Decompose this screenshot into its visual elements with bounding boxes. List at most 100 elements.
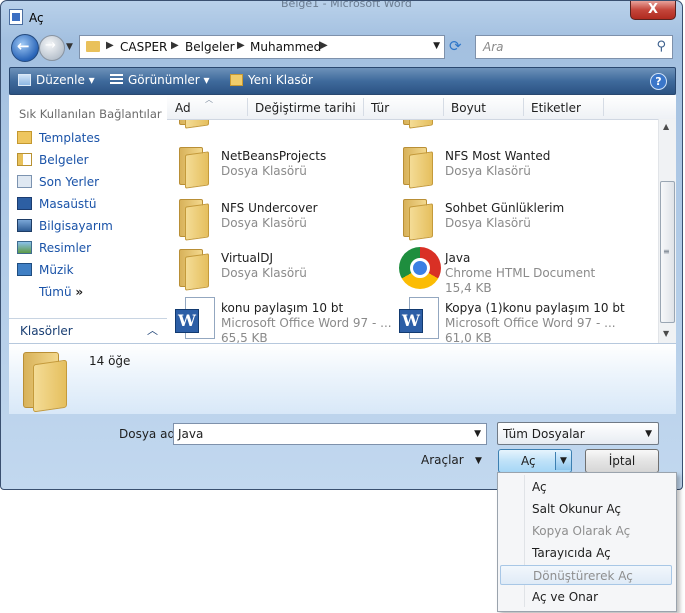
chevron-down-icon[interactable]: ▼ bbox=[475, 456, 482, 466]
menu-item[interactable]: Tarayıcıda Aç bbox=[500, 543, 672, 563]
scroll-grip-icon: ≡ bbox=[663, 247, 670, 256]
search-placeholder: Ara bbox=[483, 40, 504, 54]
favorite-recent-places[interactable]: Son Yerler bbox=[17, 175, 99, 193]
column-tags[interactable]: Etiketler bbox=[531, 101, 581, 115]
search-input[interactable]: Ara ⚲ bbox=[475, 35, 673, 59]
favorite-desktop[interactable]: Masaüstü bbox=[17, 197, 96, 215]
column-divider[interactable] bbox=[363, 98, 364, 116]
filetype-select[interactable]: Tüm Dosyalar ▼ bbox=[497, 422, 659, 445]
menu-item-label: Tarayıcıda Aç bbox=[532, 546, 611, 560]
menu-item[interactable]: Kopya Olarak Aç bbox=[500, 521, 672, 541]
menu-item-label: Aç bbox=[532, 480, 547, 494]
file-item[interactable]: VirtualDJ Dosya Klasörü bbox=[169, 245, 389, 293]
pictures-icon bbox=[17, 241, 32, 254]
file-item[interactable]: Wkonu paylaşım 10 bt Microsoft Office Wor… bbox=[169, 295, 392, 345]
address-history-dropdown[interactable]: ▼ bbox=[433, 41, 440, 51]
favorite-computer[interactable]: Bilgisayarım bbox=[17, 219, 113, 237]
breadcrumb-separator-icon[interactable]: ▶ bbox=[106, 40, 114, 51]
help-icon[interactable]: ? bbox=[650, 73, 667, 90]
search-icon[interactable]: ⚲ bbox=[656, 39, 666, 54]
menu-item[interactable]: Dönüştürerek Aç bbox=[500, 565, 672, 585]
open-dialog-window: Belge1 - Microsoft Word Aç X ▼ ▶ CASPER … bbox=[0, 0, 683, 490]
chevron-down-icon[interactable]: ▼ bbox=[474, 429, 481, 439]
favorite-label: Son Yerler bbox=[39, 175, 100, 189]
file-type: Microsoft Office Word 97 - ... bbox=[221, 316, 392, 330]
views-menu-button[interactable]: Görünümler ▾ bbox=[110, 73, 210, 87]
scroll-down-icon[interactable]: ▼ bbox=[663, 329, 669, 338]
title-bar[interactable]: Belge1 - Microsoft Word Aç X bbox=[1, 1, 682, 33]
favorite-label: Tümü bbox=[39, 285, 72, 299]
file-list: Dosya Klasörü Dosya Klasörü NetBeansProjec… bbox=[167, 95, 676, 345]
breadcrumb-casper[interactable]: CASPER bbox=[120, 40, 167, 54]
file-item[interactable]: W Kopya (1)konu paylaşım 10 bt Microsoft O… bbox=[393, 295, 625, 345]
word-document-icon bbox=[9, 9, 23, 25]
favorite-pictures[interactable]: Resimler bbox=[17, 241, 91, 259]
close-button[interactable]: X bbox=[630, 1, 676, 20]
chevron-up-icon: ︿ bbox=[147, 324, 158, 337]
recent-pages-dropdown[interactable]: ▼ bbox=[66, 42, 73, 52]
window-title: Aç bbox=[29, 11, 44, 25]
file-item[interactable]: Sohbet Günlüklerim Dosya Klasörü bbox=[393, 195, 613, 243]
file-item[interactable]: Java Chrome HTML Document 15,4 KB bbox=[393, 245, 613, 295]
favorite-documents[interactable]: Belgeler bbox=[17, 153, 89, 171]
recent-places-icon bbox=[17, 175, 32, 188]
breadcrumb-belgeler[interactable]: Belgeler bbox=[185, 40, 235, 54]
column-divider[interactable] bbox=[603, 98, 604, 116]
organize-menu-button[interactable]: Düzenle ▾ bbox=[18, 73, 95, 87]
cancel-button[interactable]: İptal bbox=[585, 449, 659, 473]
file-type: Dosya Klasörü bbox=[445, 164, 531, 178]
navigation-pane: Sık Kullanılan Bağlantılar Templates Bel… bbox=[9, 95, 168, 343]
file-type: Dosya Klasörü bbox=[221, 266, 307, 280]
menu-item[interactable]: Salt Okunur Aç bbox=[500, 499, 672, 519]
open-label: Aç bbox=[521, 454, 536, 468]
favorite-label: Templates bbox=[39, 131, 101, 145]
file-item[interactable]: NetBeansProjects Dosya Klasörü bbox=[169, 143, 389, 191]
favorite-music[interactable]: Müzik bbox=[17, 263, 74, 281]
tools-button[interactable]: Araçlar bbox=[421, 453, 464, 467]
column-type[interactable]: Tür bbox=[371, 101, 389, 115]
more-chevrons-icon: » bbox=[75, 285, 84, 299]
favorite-links-title: Sık Kullanılan Bağlantılar bbox=[19, 107, 162, 121]
file-item[interactable]: NFS Most Wanted Dosya Klasörü bbox=[393, 143, 613, 191]
breadcrumb-muhammed[interactable]: Muhammed bbox=[250, 40, 321, 54]
sort-ascending-icon: ︿ bbox=[205, 95, 213, 104]
breadcrumb-separator-icon[interactable]: ▶ bbox=[320, 40, 328, 51]
refresh-icon[interactable]: ⟳ bbox=[449, 37, 462, 55]
menu-item[interactable]: Aç bbox=[500, 477, 672, 497]
computer-icon bbox=[17, 219, 32, 232]
scroll-up-icon[interactable]: ▲ bbox=[663, 122, 669, 131]
filename-input[interactable]: Java ▼ bbox=[173, 423, 487, 445]
folder-icon bbox=[86, 41, 100, 52]
column-name[interactable]: Ad bbox=[175, 101, 191, 115]
column-divider[interactable] bbox=[247, 98, 248, 116]
menu-item[interactable]: Aç ve Onar bbox=[500, 587, 672, 607]
folder-icon bbox=[177, 247, 209, 291]
column-divider[interactable] bbox=[443, 98, 444, 116]
views-label: Görünümler bbox=[128, 73, 200, 87]
favorite-more[interactable]: Tümü » bbox=[39, 285, 83, 303]
file-type: Dosya Klasörü bbox=[221, 216, 307, 230]
vertical-scrollbar[interactable]: ▲ ≡ ▼ bbox=[658, 119, 676, 343]
menu-item-label: Dönüştürerek Aç bbox=[533, 569, 633, 583]
breadcrumb-separator-icon[interactable]: ▶ bbox=[237, 40, 245, 51]
back-button[interactable] bbox=[11, 34, 39, 62]
new-folder-button[interactable]: Yeni Klasör bbox=[230, 73, 313, 87]
word-document-icon: W bbox=[399, 297, 439, 341]
column-header-row: ︿ Ad Değiştirme tarihi Tür Boyut Etiketl… bbox=[167, 95, 676, 120]
breadcrumb-separator-icon[interactable]: ▶ bbox=[171, 40, 179, 51]
file-name: Java bbox=[445, 251, 471, 265]
favorite-label: Müzik bbox=[39, 263, 74, 277]
word-document-icon: W bbox=[175, 297, 215, 341]
open-options-dropdown[interactable]: ▼ bbox=[555, 452, 571, 470]
open-button[interactable]: Aç ▼ bbox=[498, 449, 572, 473]
file-item[interactable]: NFS Undercover Dosya Klasörü bbox=[169, 195, 389, 243]
chrome-icon bbox=[399, 247, 441, 289]
file-name: Kopya (1)konu paylaşım 10 bt bbox=[445, 301, 625, 315]
favorite-templates[interactable]: Templates bbox=[17, 131, 100, 149]
column-size[interactable]: Boyut bbox=[451, 101, 486, 115]
folders-toggle[interactable]: Klasörler ︿ bbox=[9, 318, 167, 343]
forward-button[interactable] bbox=[39, 35, 65, 61]
address-bar[interactable]: ▶ CASPER ▶ Belgeler ▶ Muhammed ▶ ▼ bbox=[79, 35, 445, 59]
column-date-modified[interactable]: Değiştirme tarihi bbox=[255, 101, 356, 115]
column-divider[interactable] bbox=[523, 98, 524, 116]
